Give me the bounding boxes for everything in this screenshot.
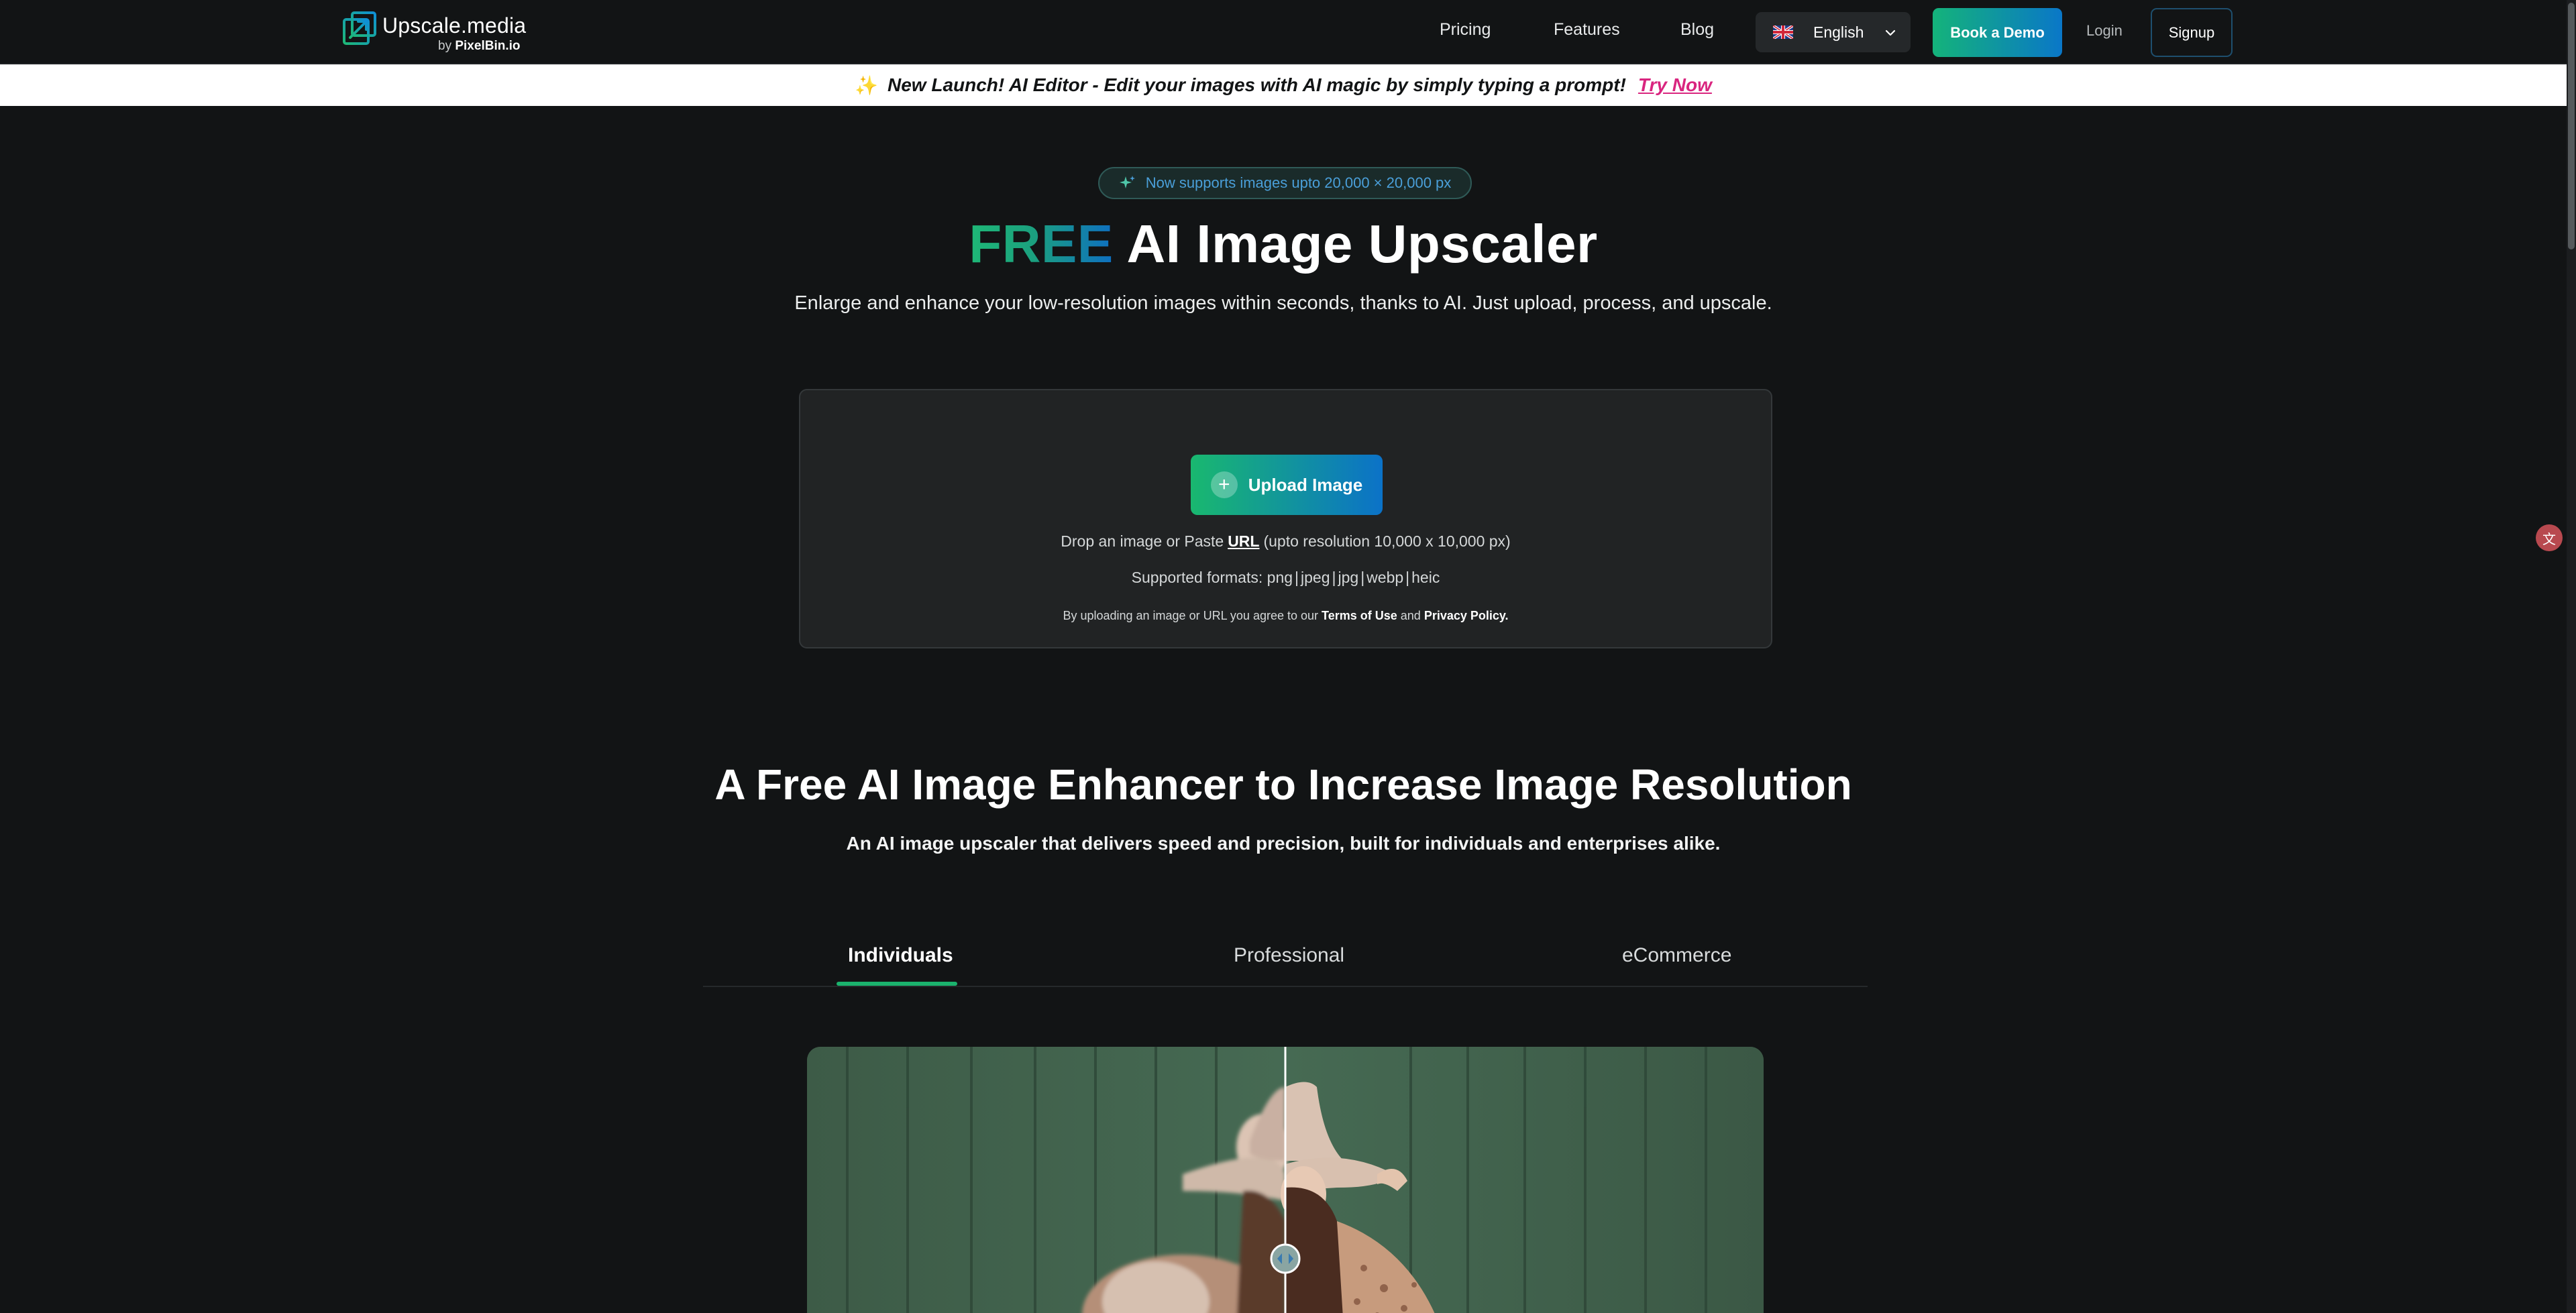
active-tab-indicator: [837, 982, 957, 986]
hero-title-rest: AI Image Upscaler: [1126, 214, 1598, 274]
book-demo-button[interactable]: Book a Demo: [1933, 8, 2062, 57]
announcement-bar: ✨ New Launch! AI Editor - Edit your imag…: [0, 64, 2567, 106]
login-link[interactable]: Login: [2086, 22, 2123, 40]
nav-link-blog[interactable]: Blog: [1680, 20, 1714, 40]
format-item: jpeg: [1301, 569, 1330, 586]
brand-name: Upscale.media: [382, 13, 527, 38]
hero-subtitle: Enlarge and enhance your low-resolution …: [794, 292, 1772, 314]
sparkle-icon: ✨: [855, 74, 878, 96]
drop-instructions: Drop an image or Paste URL (upto resolutio…: [800, 532, 1771, 551]
hero-title: FREE AI Image Upscaler: [0, 213, 2567, 275]
page-scrollbar[interactable]: [2567, 0, 2576, 1313]
drop-suffix: (upto resolution 10,000 x 10,000 px): [1263, 532, 1511, 550]
chevron-down-icon: [1885, 30, 1896, 36]
terms-notice: By uploading an image or URL you agree t…: [800, 609, 1771, 623]
drop-prefix: Drop an image or Paste: [1061, 532, 1224, 550]
terms-and: and: [1400, 609, 1421, 622]
audience-tabs: Individuals Professional eCommerce: [703, 937, 1868, 987]
tab-professional[interactable]: Professional: [1234, 944, 1344, 967]
resolution-badge: Now supports images upto 20,000 × 20,000…: [1098, 167, 1472, 199]
upload-dropzone[interactable]: + Upload Image Drop an image or Paste URL…: [799, 389, 1772, 648]
brand-sub-prefix: by: [438, 39, 452, 53]
upload-button-label: Upload Image: [1248, 474, 1363, 495]
signup-button[interactable]: Signup: [2151, 8, 2233, 57]
terms-of-use-link[interactable]: Terms of Use: [1322, 609, 1397, 622]
section-subtitle: An AI image upscaler that delivers speed…: [846, 833, 1721, 854]
translate-widget-icon[interactable]: 文: [2536, 524, 2563, 551]
upload-image-button[interactable]: + Upload Image: [1191, 455, 1383, 515]
supported-formats: Supported formats: png | jpeg | jpg | webp | hei…: [1131, 569, 1440, 586]
nav-link-pricing[interactable]: Pricing: [1440, 20, 1491, 40]
before-after-comparison[interactable]: [807, 1047, 1764, 1313]
paste-url-link[interactable]: URL: [1228, 532, 1259, 550]
language-label: English: [1813, 23, 1864, 41]
nav-link-features[interactable]: Features: [1554, 20, 1620, 40]
tab-ecommerce[interactable]: eCommerce: [1622, 944, 1731, 967]
slider-handle-icon[interactable]: [1270, 1243, 1301, 1274]
format-item: webp: [1366, 569, 1404, 586]
plus-icon: +: [1210, 471, 1238, 498]
logo-icon: [343, 11, 376, 45]
try-now-link[interactable]: Try Now: [1638, 74, 1712, 96]
top-navbar: Upscale.media by PixelBin.io Pricing Fea…: [0, 0, 2567, 64]
section-title: A Free AI Image Enhancer to Increase Ima…: [714, 760, 1852, 809]
hero-title-highlight: FREE: [969, 214, 1114, 274]
sparkle-icon: [1119, 176, 1135, 188]
badge-text: Now supports images upto 20,000 × 20,000…: [1145, 174, 1452, 191]
privacy-policy-link[interactable]: Privacy Policy.: [1424, 609, 1509, 622]
format-item: png: [1267, 569, 1293, 586]
announcement-text: New Launch! AI Editor - Edit your images…: [887, 74, 1626, 95]
tab-individuals[interactable]: Individuals: [848, 944, 953, 967]
format-item: heic: [1411, 569, 1440, 586]
format-item: jpg: [1338, 569, 1359, 586]
scrollbar-thumb[interactable]: [2568, 3, 2575, 249]
formats-label: Supported formats:: [1131, 569, 1263, 586]
terms-prefix: By uploading an image or URL you agree t…: [1063, 609, 1319, 622]
brand-logo[interactable]: Upscale.media by PixelBin.io: [342, 8, 537, 55]
brand-sub: by PixelBin.io: [438, 39, 521, 54]
brand-sub-name: PixelBin.io: [455, 39, 521, 53]
language-select[interactable]: English: [1756, 12, 1911, 52]
uk-flag-icon: [1773, 25, 1793, 39]
